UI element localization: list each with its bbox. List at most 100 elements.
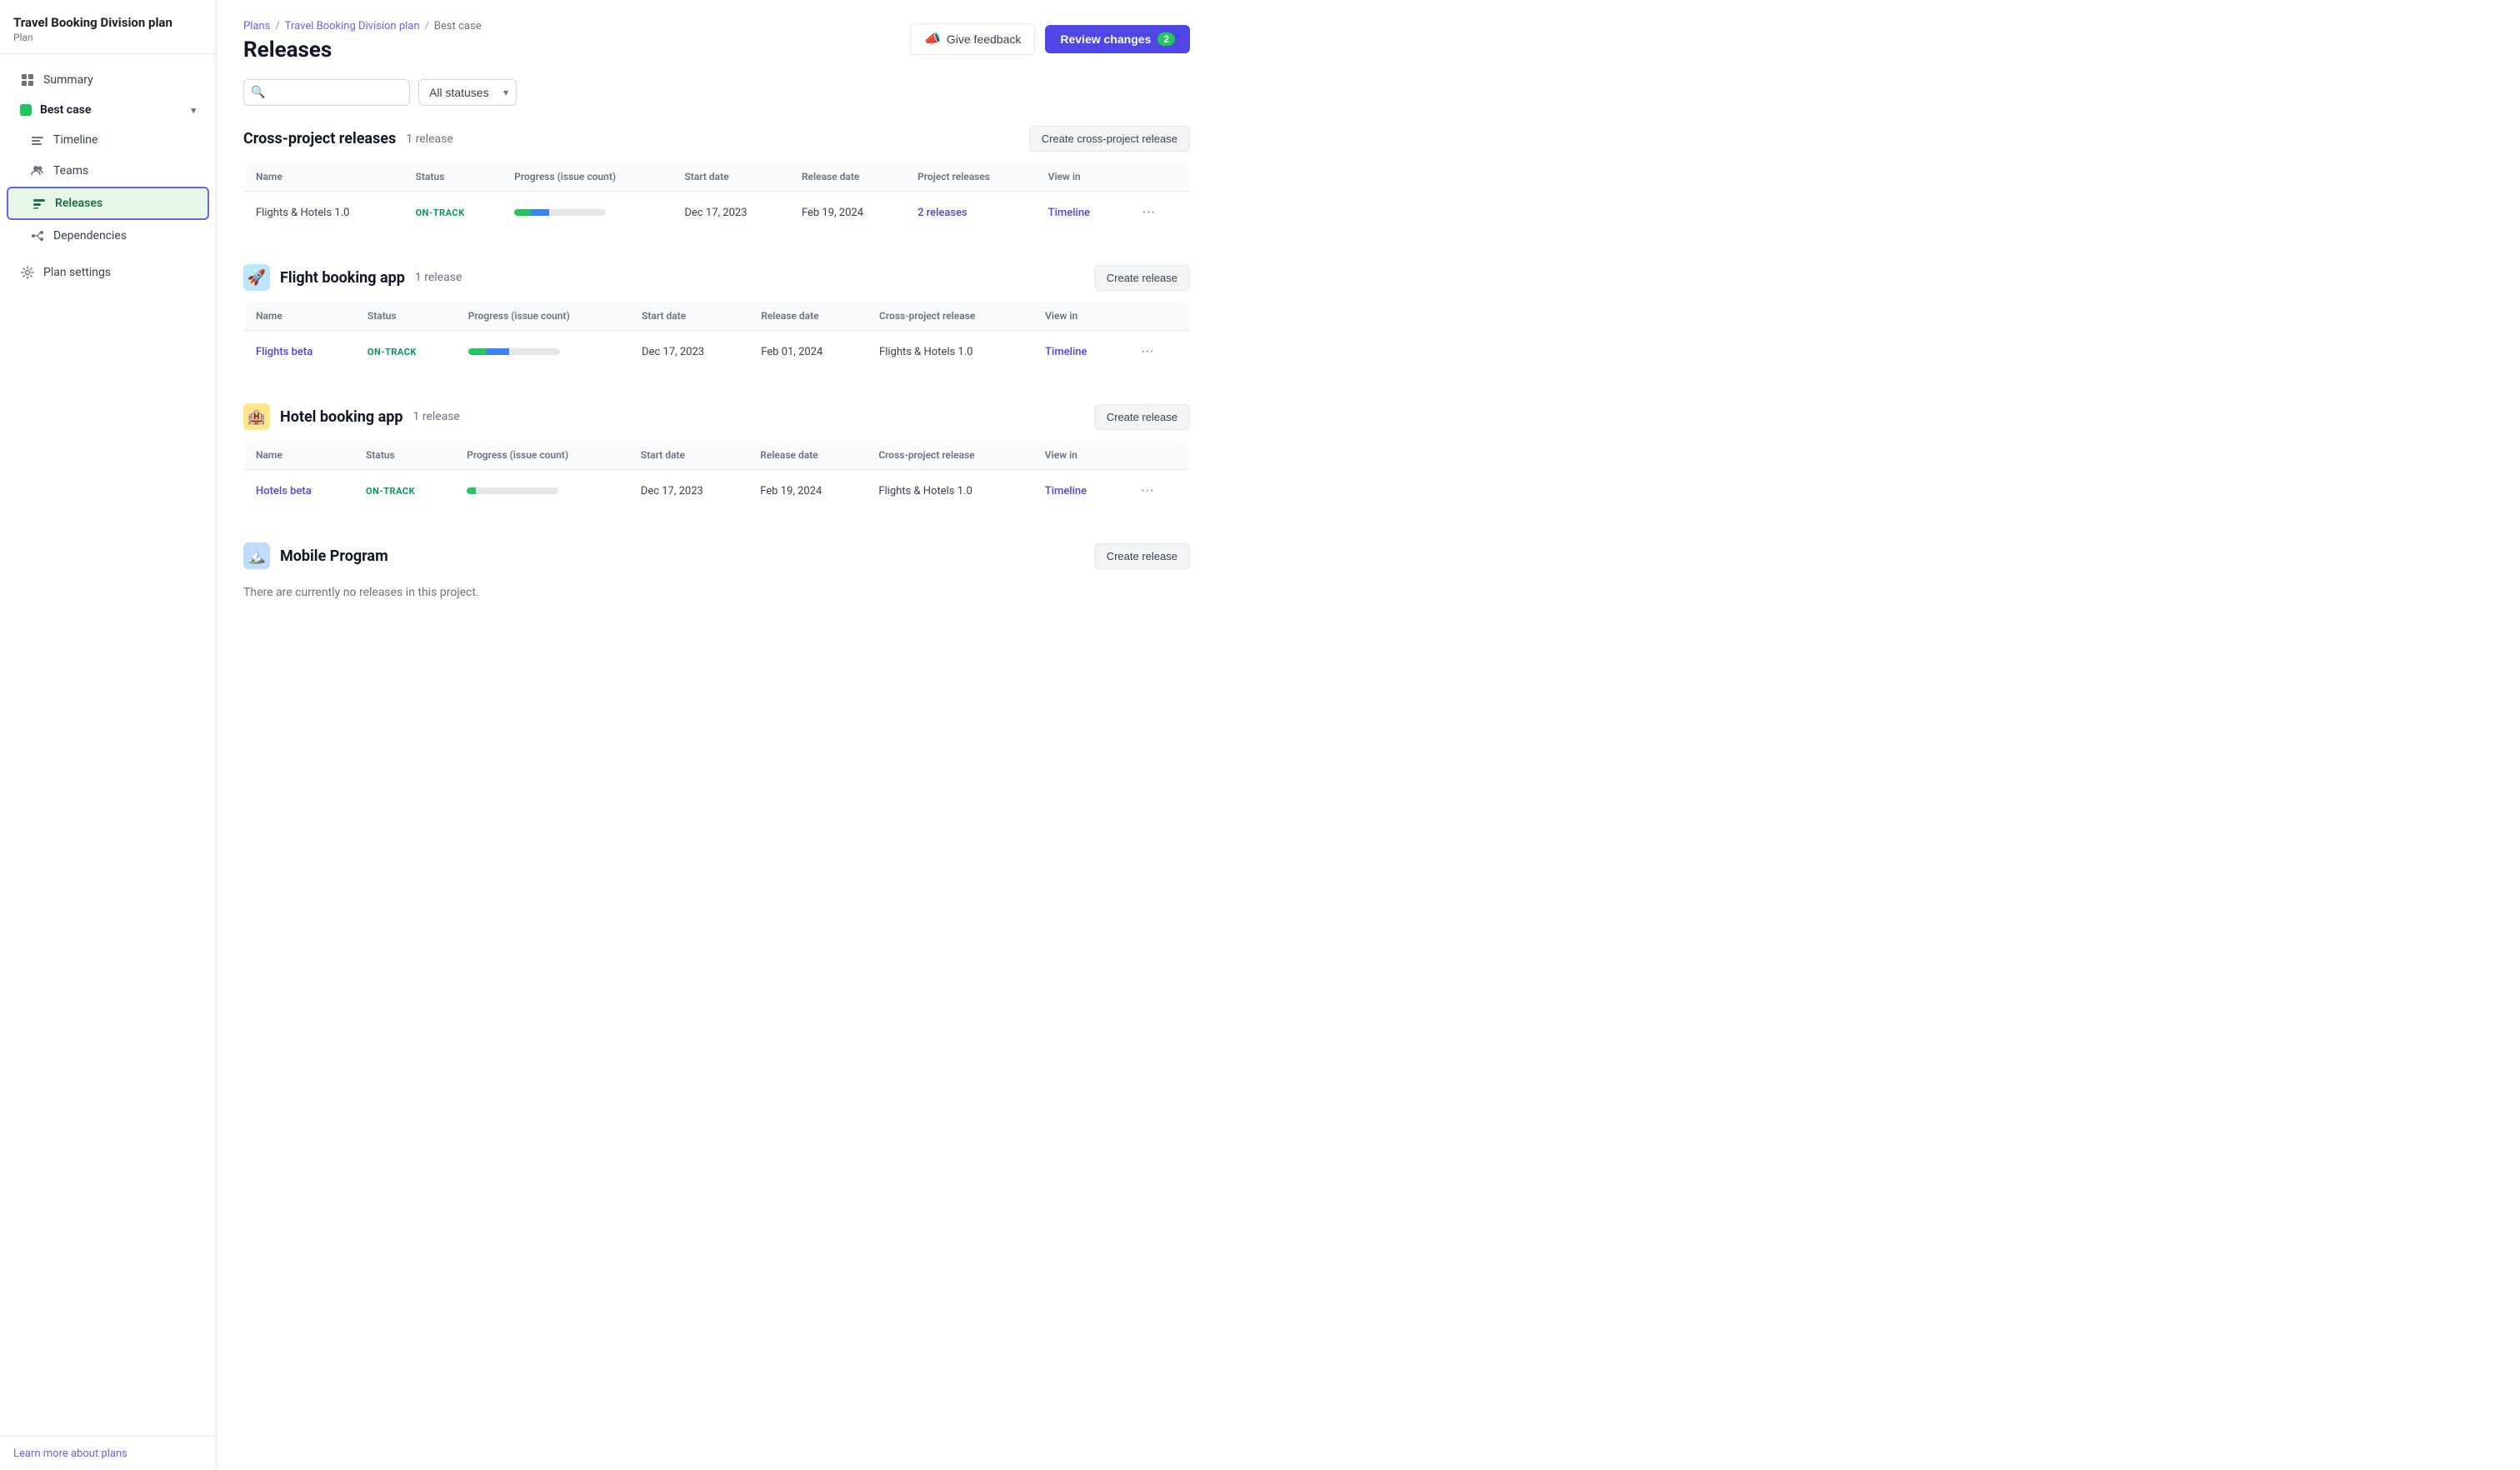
timeline-label: Timeline <box>53 133 98 147</box>
view-in-timeline-link[interactable]: Timeline <box>1045 485 1087 498</box>
breadcrumb: Plans / Travel Booking Division plan / B… <box>243 20 482 32</box>
row-status: ON-TRACK <box>354 470 455 512</box>
view-in-timeline-link[interactable]: Timeline <box>1048 207 1090 219</box>
col-start-date: Start date <box>629 441 748 470</box>
sidebar-item-releases[interactable]: Releases <box>7 187 209 220</box>
sidebar-header: Travel Booking Division plan Plan <box>0 0 216 54</box>
cross-project-title: Cross-project releases <box>243 130 396 148</box>
row-progress <box>457 331 630 373</box>
cross-project-count: 1 release <box>406 132 452 146</box>
hotel-booking-title: Hotel booking app <box>280 408 402 426</box>
row-start-date: Dec 17, 2023 <box>630 331 749 373</box>
status-filter[interactable]: All statuses On-track At risk Off-track <box>418 79 517 106</box>
sidebar-item-summary[interactable]: Summary <box>7 65 209 95</box>
feedback-label: Give feedback <box>947 32 1022 46</box>
cross-project-title-area: Cross-project releases 1 release <box>243 130 453 148</box>
dependencies-label: Dependencies <box>53 229 127 242</box>
col-status: Status <box>354 441 455 470</box>
breadcrumb-plans[interactable]: Plans <box>243 20 270 32</box>
row-more-button[interactable]: ··· <box>1136 482 1159 500</box>
row-cross-project: Flights & Hotels 1.0 <box>867 470 1032 512</box>
row-name: Hotels beta <box>244 470 355 512</box>
cross-project-table: Name Status Progress (issue count) Start… <box>243 162 1190 234</box>
page-header: Plans / Travel Booking Division plan / B… <box>243 20 1190 62</box>
col-view-in: View in <box>1033 302 1124 331</box>
row-release-date: Feb 01, 2024 <box>749 331 868 373</box>
mobile-program-header-row: 🏔️ Mobile Program Create release <box>243 542 1190 569</box>
search-icon: 🔍 <box>251 86 265 99</box>
learn-more-link[interactable]: Learn more about plans <box>13 1448 128 1460</box>
row-more: ··· <box>1125 192 1189 234</box>
review-count-badge: 2 <box>1158 32 1175 46</box>
col-start-date: Start date <box>630 302 749 331</box>
table-row: Hotels beta ON-TRACK Dec 17, 2023 Fe <box>244 470 1190 512</box>
teams-icon <box>30 163 45 178</box>
flights-beta-link[interactable]: Flights beta <box>256 346 312 358</box>
row-release-date: Feb 19, 2024 <box>748 470 867 512</box>
col-actions <box>1124 441 1190 470</box>
hotels-beta-link[interactable]: Hotels beta <box>256 485 312 498</box>
row-release-date: Feb 19, 2024 <box>790 192 906 234</box>
filter-wrap: All statuses On-track At risk Off-track … <box>418 79 517 106</box>
col-release-date: Release date <box>749 302 868 331</box>
sidebar-nav: Summary Best case ▾ Timeline Teams <box>0 54 216 1436</box>
dependencies-icon <box>30 228 45 243</box>
megaphone-icon: 📣 <box>924 31 941 48</box>
breadcrumb-current: Best case <box>434 20 482 32</box>
hotel-booking-icon: 🏨 <box>243 403 270 430</box>
flight-booking-title-area: 🚀 Flight booking app 1 release <box>243 264 462 291</box>
create-flight-release-button[interactable]: Create release <box>1094 265 1190 291</box>
col-cross-project: Cross-project release <box>867 441 1032 470</box>
gear-icon <box>20 265 35 280</box>
col-view-in: View in <box>1033 441 1124 470</box>
hotel-booking-header-row: 🏨 Hotel booking app 1 release Create rel… <box>243 403 1190 430</box>
col-actions <box>1124 302 1190 331</box>
sidebar: Travel Booking Division plan Plan Summar… <box>0 0 217 1470</box>
col-name: Name <box>244 302 356 331</box>
row-more-button[interactable]: ··· <box>1136 342 1159 361</box>
give-feedback-button[interactable]: 📣 Give feedback <box>910 23 1035 55</box>
flight-booking-title: Flight booking app <box>280 269 405 287</box>
create-cross-project-release-button[interactable]: Create cross-project release <box>1029 126 1190 152</box>
row-progress <box>455 470 629 512</box>
hotel-booking-title-area: 🏨 Hotel booking app 1 release <box>243 403 460 430</box>
col-project-releases: Project releases <box>906 162 1037 192</box>
row-more-button[interactable]: ··· <box>1137 203 1160 222</box>
hotel-booking-table: Name Status Progress (issue count) Start… <box>243 440 1190 512</box>
hotel-booking-count: 1 release <box>412 410 459 423</box>
col-name: Name <box>244 441 355 470</box>
review-label: Review changes <box>1060 32 1151 46</box>
flight-booking-icon: 🚀 <box>243 264 270 291</box>
sidebar-item-timeline[interactable]: Timeline <box>7 125 209 155</box>
row-more: ··· <box>1124 331 1190 373</box>
col-progress: Progress (issue count) <box>457 302 630 331</box>
plan-settings-label: Plan settings <box>43 266 111 279</box>
review-changes-button[interactable]: Review changes 2 <box>1045 25 1190 53</box>
row-cross-project: Flights & Hotels 1.0 <box>868 331 1033 373</box>
page-title: Releases <box>243 38 482 62</box>
teams-label: Teams <box>53 164 88 178</box>
row-view-in: Timeline <box>1037 192 1126 234</box>
col-actions <box>1125 162 1189 192</box>
breadcrumb-plan[interactable]: Travel Booking Division plan <box>285 20 420 32</box>
view-in-timeline-link[interactable]: Timeline <box>1045 346 1087 358</box>
row-name: Flights beta <box>244 331 356 373</box>
create-hotel-release-button[interactable]: Create release <box>1094 404 1190 430</box>
col-status: Status <box>356 302 457 331</box>
sidebar-item-plan-settings[interactable]: Plan settings <box>7 258 209 288</box>
releases-label: Releases <box>55 197 102 210</box>
sidebar-item-best-case[interactable]: Best case ▾ <box>7 96 209 124</box>
table-row: Flights beta ON-TRACK Dec 17, 2023 F <box>244 331 1190 373</box>
search-input[interactable] <box>243 79 410 106</box>
col-start-date: Start date <box>672 162 789 192</box>
mobile-program-title-area: 🏔️ Mobile Program <box>243 542 388 569</box>
sidebar-item-teams[interactable]: Teams <box>7 156 209 186</box>
row-view-in: Timeline <box>1033 331 1124 373</box>
mobile-program-section: 🏔️ Mobile Program Create release There a… <box>243 542 1190 606</box>
releases-icon <box>32 196 47 211</box>
sidebar-item-dependencies[interactable]: Dependencies <box>7 221 209 251</box>
create-mobile-release-button[interactable]: Create release <box>1094 543 1190 569</box>
col-release-date: Release date <box>748 441 867 470</box>
project-releases-link[interactable]: 2 releases <box>918 207 968 219</box>
summary-label: Summary <box>43 73 93 87</box>
